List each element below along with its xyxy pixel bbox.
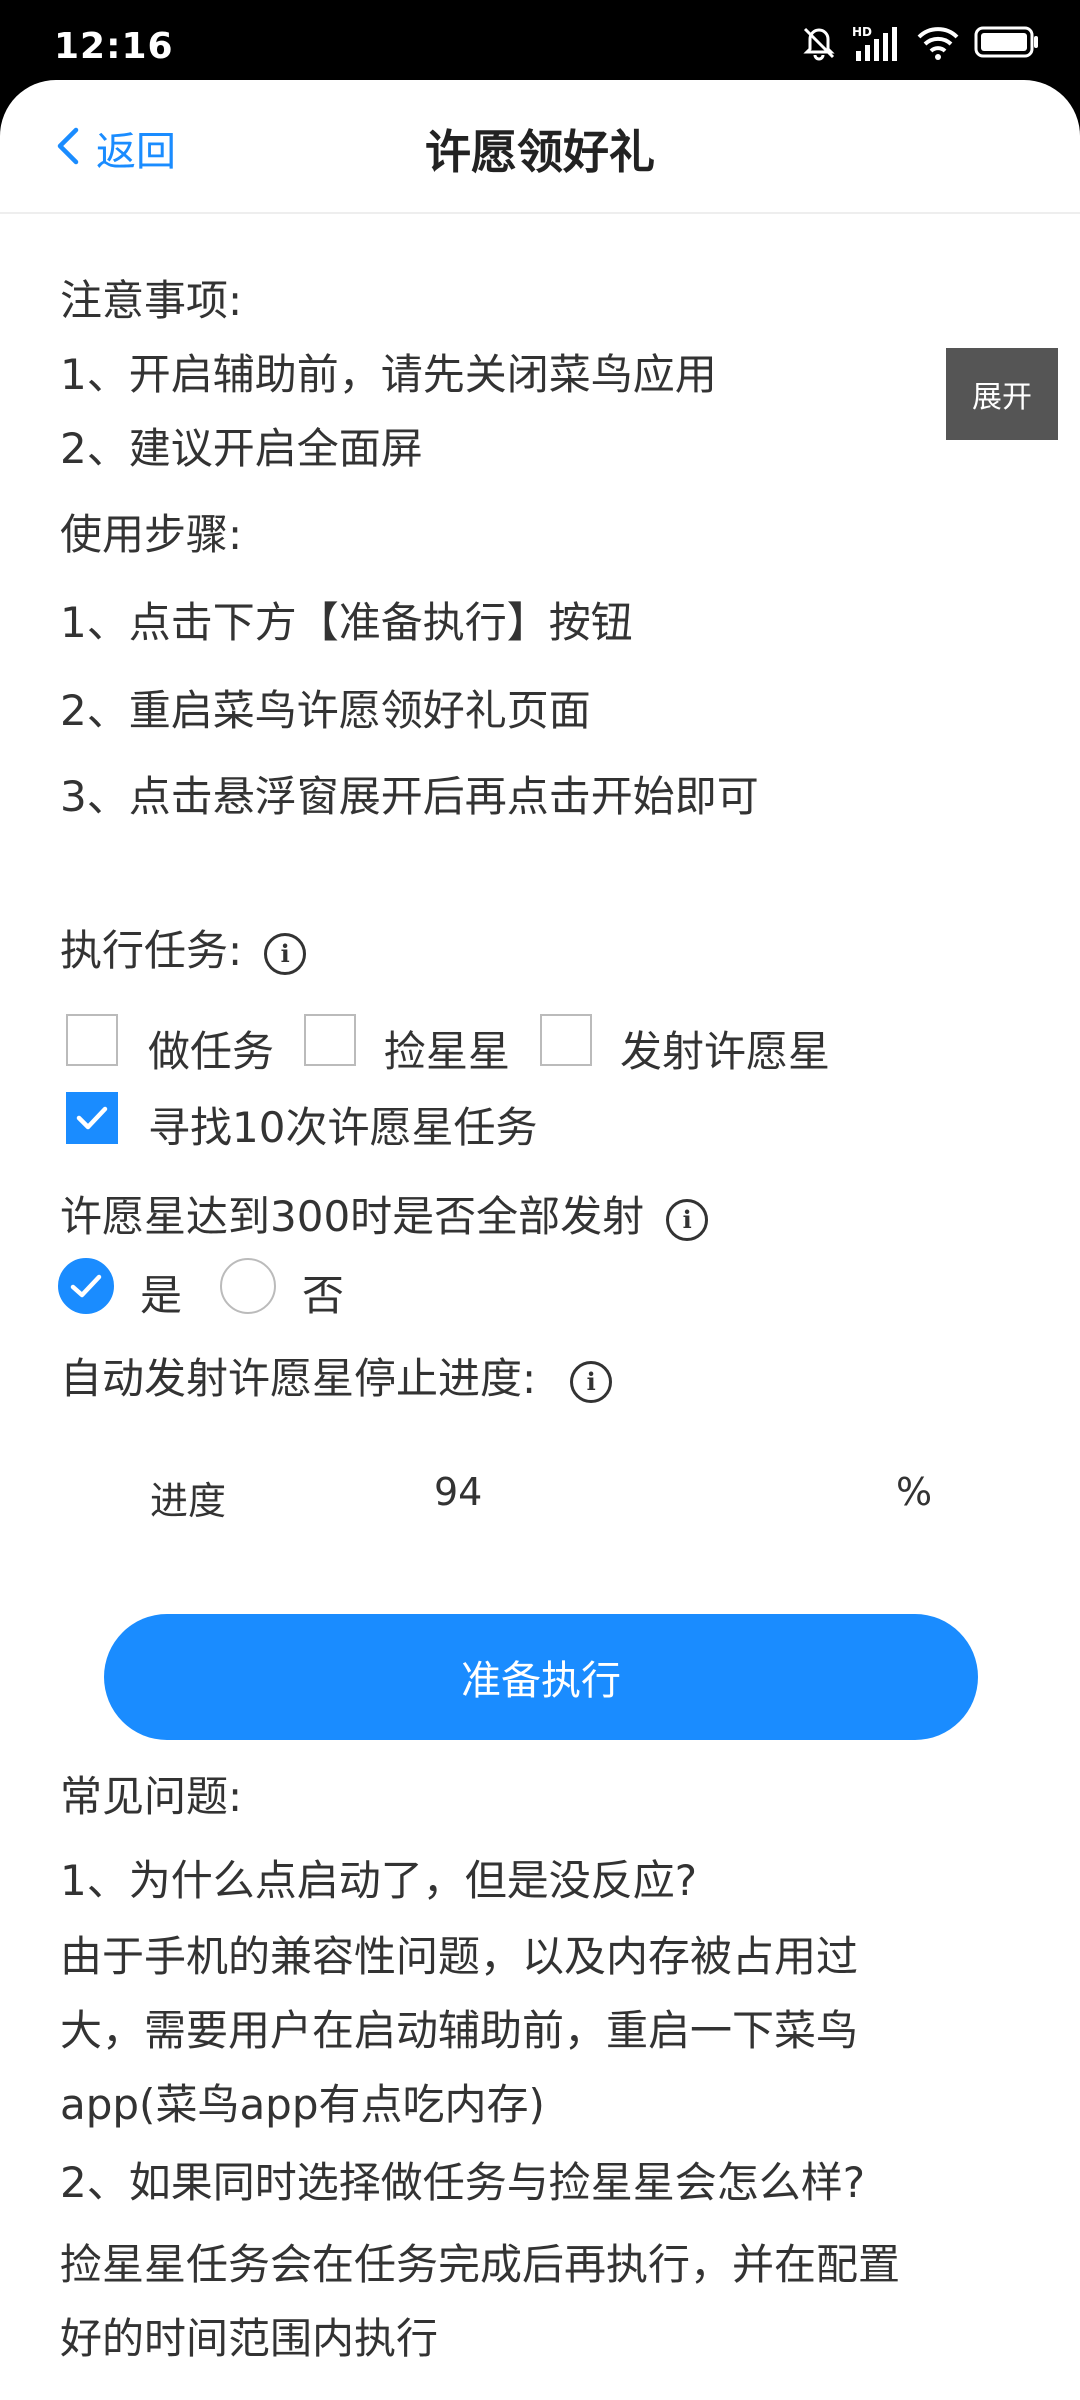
status-time: 12:16 [54,26,174,67]
checkbox-launch-wish-stars[interactable] [540,1014,592,1066]
notes-title: 注意事项: [60,276,243,325]
faq-title: 常见问题: [60,1772,243,1821]
status-bar: 12:16 HD [0,0,1080,80]
checkmark-icon [68,1106,116,1146]
notes-item: 2、建议开启全面屏 [60,424,423,473]
progress-input[interactable]: 94 [434,1470,482,1514]
steps-item: 2、重启菜鸟许愿领好礼页面 [60,686,591,735]
progress-unit: % [896,1470,933,1514]
faq-answer-line: 大，需要用户在启动辅助前，重启一下菜鸟 [60,2006,859,2055]
faq-answer-line: 捡星星任务会在任务完成后再执行，并在配置 [60,2240,901,2289]
checkbox-do-task[interactable] [66,1014,118,1066]
launch-all-question: 许愿星达到300时是否全部发射 i [60,1192,709,1242]
notes-item: 1、开启辅助前，请先关闭菜鸟应用 [60,350,717,399]
faq-question: 2、如果同时选择做任务与捡星星会怎么样? [60,2158,866,2207]
radio-label: 否 [302,1271,345,1320]
steps-item: 3、点击悬浮窗展开后再点击开始即可 [60,772,759,821]
radio-no[interactable] [220,1258,276,1314]
tasks-section-title: 执行任务: i [60,926,307,976]
steps-title: 使用步骤: [60,510,243,559]
launch-all-label: 许愿星达到300时是否全部发射 [60,1192,645,1241]
faq-answer-line: app(菜鸟app有点吃内存) [60,2080,545,2129]
faq-answer-line: 好的时间范围内执行 [60,2314,439,2363]
checkbox-label: 捡星星 [384,1027,511,1076]
steps-item: 1、点击下方【准备执行】按钮 [60,598,633,647]
info-icon[interactable]: i [264,932,307,975]
progress-title: 自动发射许愿星停止进度: [60,1354,537,1403]
faq-question: 1、为什么点启动了，但是没反应? [60,1856,698,1905]
progress-section-title: 自动发射许愿星停止进度: i [60,1354,613,1404]
header-bar: 返回 许愿领好礼 [0,80,1080,214]
checkbox-find-wish-tasks[interactable] [66,1092,118,1144]
checkbox-label: 寻找10次许愿星任务 [148,1103,538,1152]
battery-icon [974,24,1040,64]
progress-label: 进度 [150,1479,227,1523]
checkmark-icon [60,1274,112,1316]
main-sheet: 返回 许愿领好礼 注意事项: 1、开启辅助前，请先关闭菜鸟应用 2、建议开启全面… [0,80,1080,2400]
page-title: 许愿领好礼 [425,125,655,179]
info-icon[interactable]: i [570,1360,613,1403]
checkbox-label: 做任务 [148,1027,275,1076]
wifi-icon [916,23,960,65]
status-icons: HD [800,24,1040,64]
mute-notification-icon [800,23,838,65]
checkbox-label: 发射许愿星 [620,1027,831,1076]
cellular-signal-icon: HD [852,25,902,63]
radio-yes[interactable] [58,1258,114,1314]
expand-button[interactable]: 展开 [946,348,1058,440]
faq-answer-line: 由于手机的兼容性问题，以及内存被占用过 [60,1932,859,1981]
tasks-title: 执行任务: [60,926,243,975]
prepare-execute-button[interactable]: 准备执行 [104,1614,978,1740]
info-icon[interactable]: i [666,1198,709,1241]
checkbox-pick-stars[interactable] [304,1014,356,1066]
radio-label: 是 [140,1271,183,1320]
